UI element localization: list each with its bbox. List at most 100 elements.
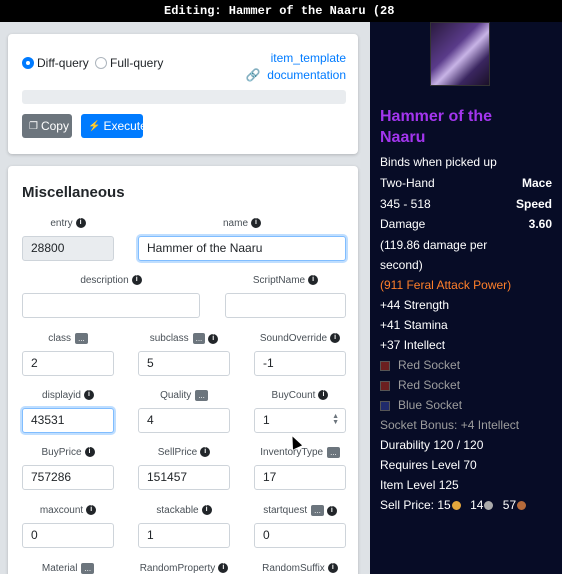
full-query-radio[interactable]: Full-query [95, 56, 163, 70]
class-more-button[interactable]: ... [75, 333, 88, 344]
info-icon[interactable]: i [218, 563, 229, 574]
full-query-radio-dot[interactable] [95, 57, 107, 69]
info-icon[interactable]: i [84, 447, 95, 458]
startquest-more-button[interactable]: ... [311, 505, 324, 516]
bolt-icon: ⚡ [88, 120, 101, 132]
material-field: Material... [22, 563, 114, 574]
query-progress-bar [22, 90, 346, 104]
info-icon[interactable]: i [86, 505, 97, 516]
documentation-link-text: item_template documentation [267, 51, 346, 82]
class-input[interactable]: 2 [22, 351, 114, 376]
slot-line: Two-Hand Mace [380, 175, 556, 191]
sell-silver: 14 [470, 498, 484, 512]
copper-coin-icon [517, 501, 527, 511]
quality-more-button[interactable]: ... [195, 390, 208, 401]
material-label: Material... [22, 563, 114, 574]
gold-coin-icon [451, 501, 461, 511]
class-field: class... 2 [22, 333, 114, 377]
subclass-label: subclass... i [138, 333, 230, 344]
item-name: Hammer of the Naaru [380, 108, 493, 146]
copy-button[interactable]: ❐ Copy [22, 114, 72, 138]
description-field: description i [22, 275, 200, 319]
description-input[interactable] [22, 293, 200, 318]
damage-line: Damage 3.60 [380, 216, 556, 232]
info-icon[interactable]: i [83, 390, 94, 401]
stackable-input[interactable]: 1 [138, 523, 230, 548]
copy-icon: ❐ [29, 120, 38, 132]
entry-input[interactable]: 28800 [22, 236, 114, 261]
material-more-button[interactable]: ... [81, 563, 95, 574]
quality-field: Quality... 4 [138, 390, 230, 434]
inventorytype-field: InventoryType... 17 [254, 447, 346, 491]
info-icon[interactable]: i [318, 390, 329, 401]
full-query-label: Full-query [110, 56, 164, 70]
query-card: Diff-query Full-query 🔗 item_template do… [8, 34, 358, 154]
maxcount-input[interactable]: 0 [22, 523, 114, 548]
buycount-input[interactable]: 1 ▲ ▼ [254, 408, 346, 433]
quality-input[interactable]: 4 [138, 408, 230, 433]
inventorytype-more-button[interactable]: ... [327, 447, 340, 458]
dps-line-2: second) [380, 258, 423, 272]
item-slot: Two-Hand [380, 176, 435, 190]
startquest-input[interactable]: 0 [254, 523, 346, 548]
sellprice-input[interactable]: 151457 [138, 465, 230, 490]
buycount-value: 1 [263, 413, 270, 427]
startquest-field: startquest... i 0 [254, 505, 346, 549]
name-field: name i Hammer of the Naaru [138, 218, 346, 262]
section-title: Miscellaneous [22, 184, 125, 201]
startquest-label: startquest... i [254, 505, 346, 516]
buycount-label: BuyCount i [254, 390, 346, 401]
quality-label: Quality... [138, 390, 230, 401]
item-level-line: Item Level 125 [380, 478, 459, 492]
documentation-link[interactable]: 🔗 item_template documentation [246, 50, 346, 84]
maxcount-label: maxcount i [22, 505, 114, 516]
info-icon[interactable]: i [308, 275, 319, 286]
name-input[interactable]: Hammer of the Naaru [138, 236, 346, 261]
displayid-input[interactable]: 43531 [22, 408, 114, 433]
info-icon[interactable]: i [327, 563, 338, 574]
buyprice-input[interactable]: 757286 [22, 465, 114, 490]
description-label: description i [22, 275, 200, 286]
info-icon[interactable]: i [330, 333, 341, 344]
sellprice-label: SellPrice i [138, 447, 230, 458]
info-icon[interactable]: i [326, 505, 337, 516]
randomsuffix-field: RandomSuffix i [254, 563, 346, 574]
red-socket-icon [380, 380, 390, 391]
entry-label: entry i [22, 218, 114, 229]
buycount-field: BuyCount i 1 ▲ ▼ [254, 390, 346, 434]
item-tooltip: Hammer of the Naaru Binds when picked up… [370, 22, 562, 574]
info-icon[interactable]: i [201, 505, 212, 516]
silver-coin-icon [484, 501, 494, 511]
speed-label: Speed [515, 197, 552, 211]
item-type: Mace [521, 176, 552, 190]
sell-gold: 15 [437, 498, 451, 512]
scriptname-input[interactable] [225, 293, 346, 318]
stat-line: +44 Strength [380, 298, 450, 312]
info-icon[interactable]: i [131, 275, 142, 286]
inventorytype-input[interactable]: 17 [254, 465, 346, 490]
soundoverride-label: SoundOverride i [254, 333, 346, 344]
subclass-more-button[interactable]: ... [192, 333, 206, 344]
stat-line: +41 Stamina [380, 318, 448, 332]
socket-bonus-line: Socket Bonus: +4 Intellect [380, 418, 520, 432]
damage-label: Damage [380, 217, 426, 231]
durability-line: Durability 120 / 120 [380, 438, 484, 452]
info-icon[interactable]: i [251, 218, 261, 229]
buyprice-label: BuyPrice i [22, 447, 114, 458]
subclass-input[interactable]: 5 [138, 351, 230, 376]
copy-button-label: Copy [40, 119, 69, 133]
diff-query-radio-dot[interactable] [22, 57, 34, 69]
sell-price-label: Sell Price: [380, 498, 435, 512]
info-icon[interactable]: i [75, 218, 86, 229]
requires-level-line: Requires Level 70 [380, 458, 477, 472]
soundoverride-field: SoundOverride i -1 [254, 333, 346, 377]
damage-range: 345 - 518 [380, 197, 431, 211]
execute-button[interactable]: ⚡ Execute [81, 114, 147, 138]
damage-range-line: 345 - 518 Speed [380, 196, 556, 212]
info-icon[interactable]: i [208, 333, 219, 344]
stepper-arrows-icon[interactable]: ▲ ▼ [332, 413, 339, 426]
info-icon[interactable]: i [200, 447, 211, 458]
scriptname-field: ScriptName i [225, 275, 346, 319]
diff-query-radio[interactable]: Diff-query [22, 56, 89, 70]
soundoverride-input[interactable]: -1 [254, 351, 346, 376]
